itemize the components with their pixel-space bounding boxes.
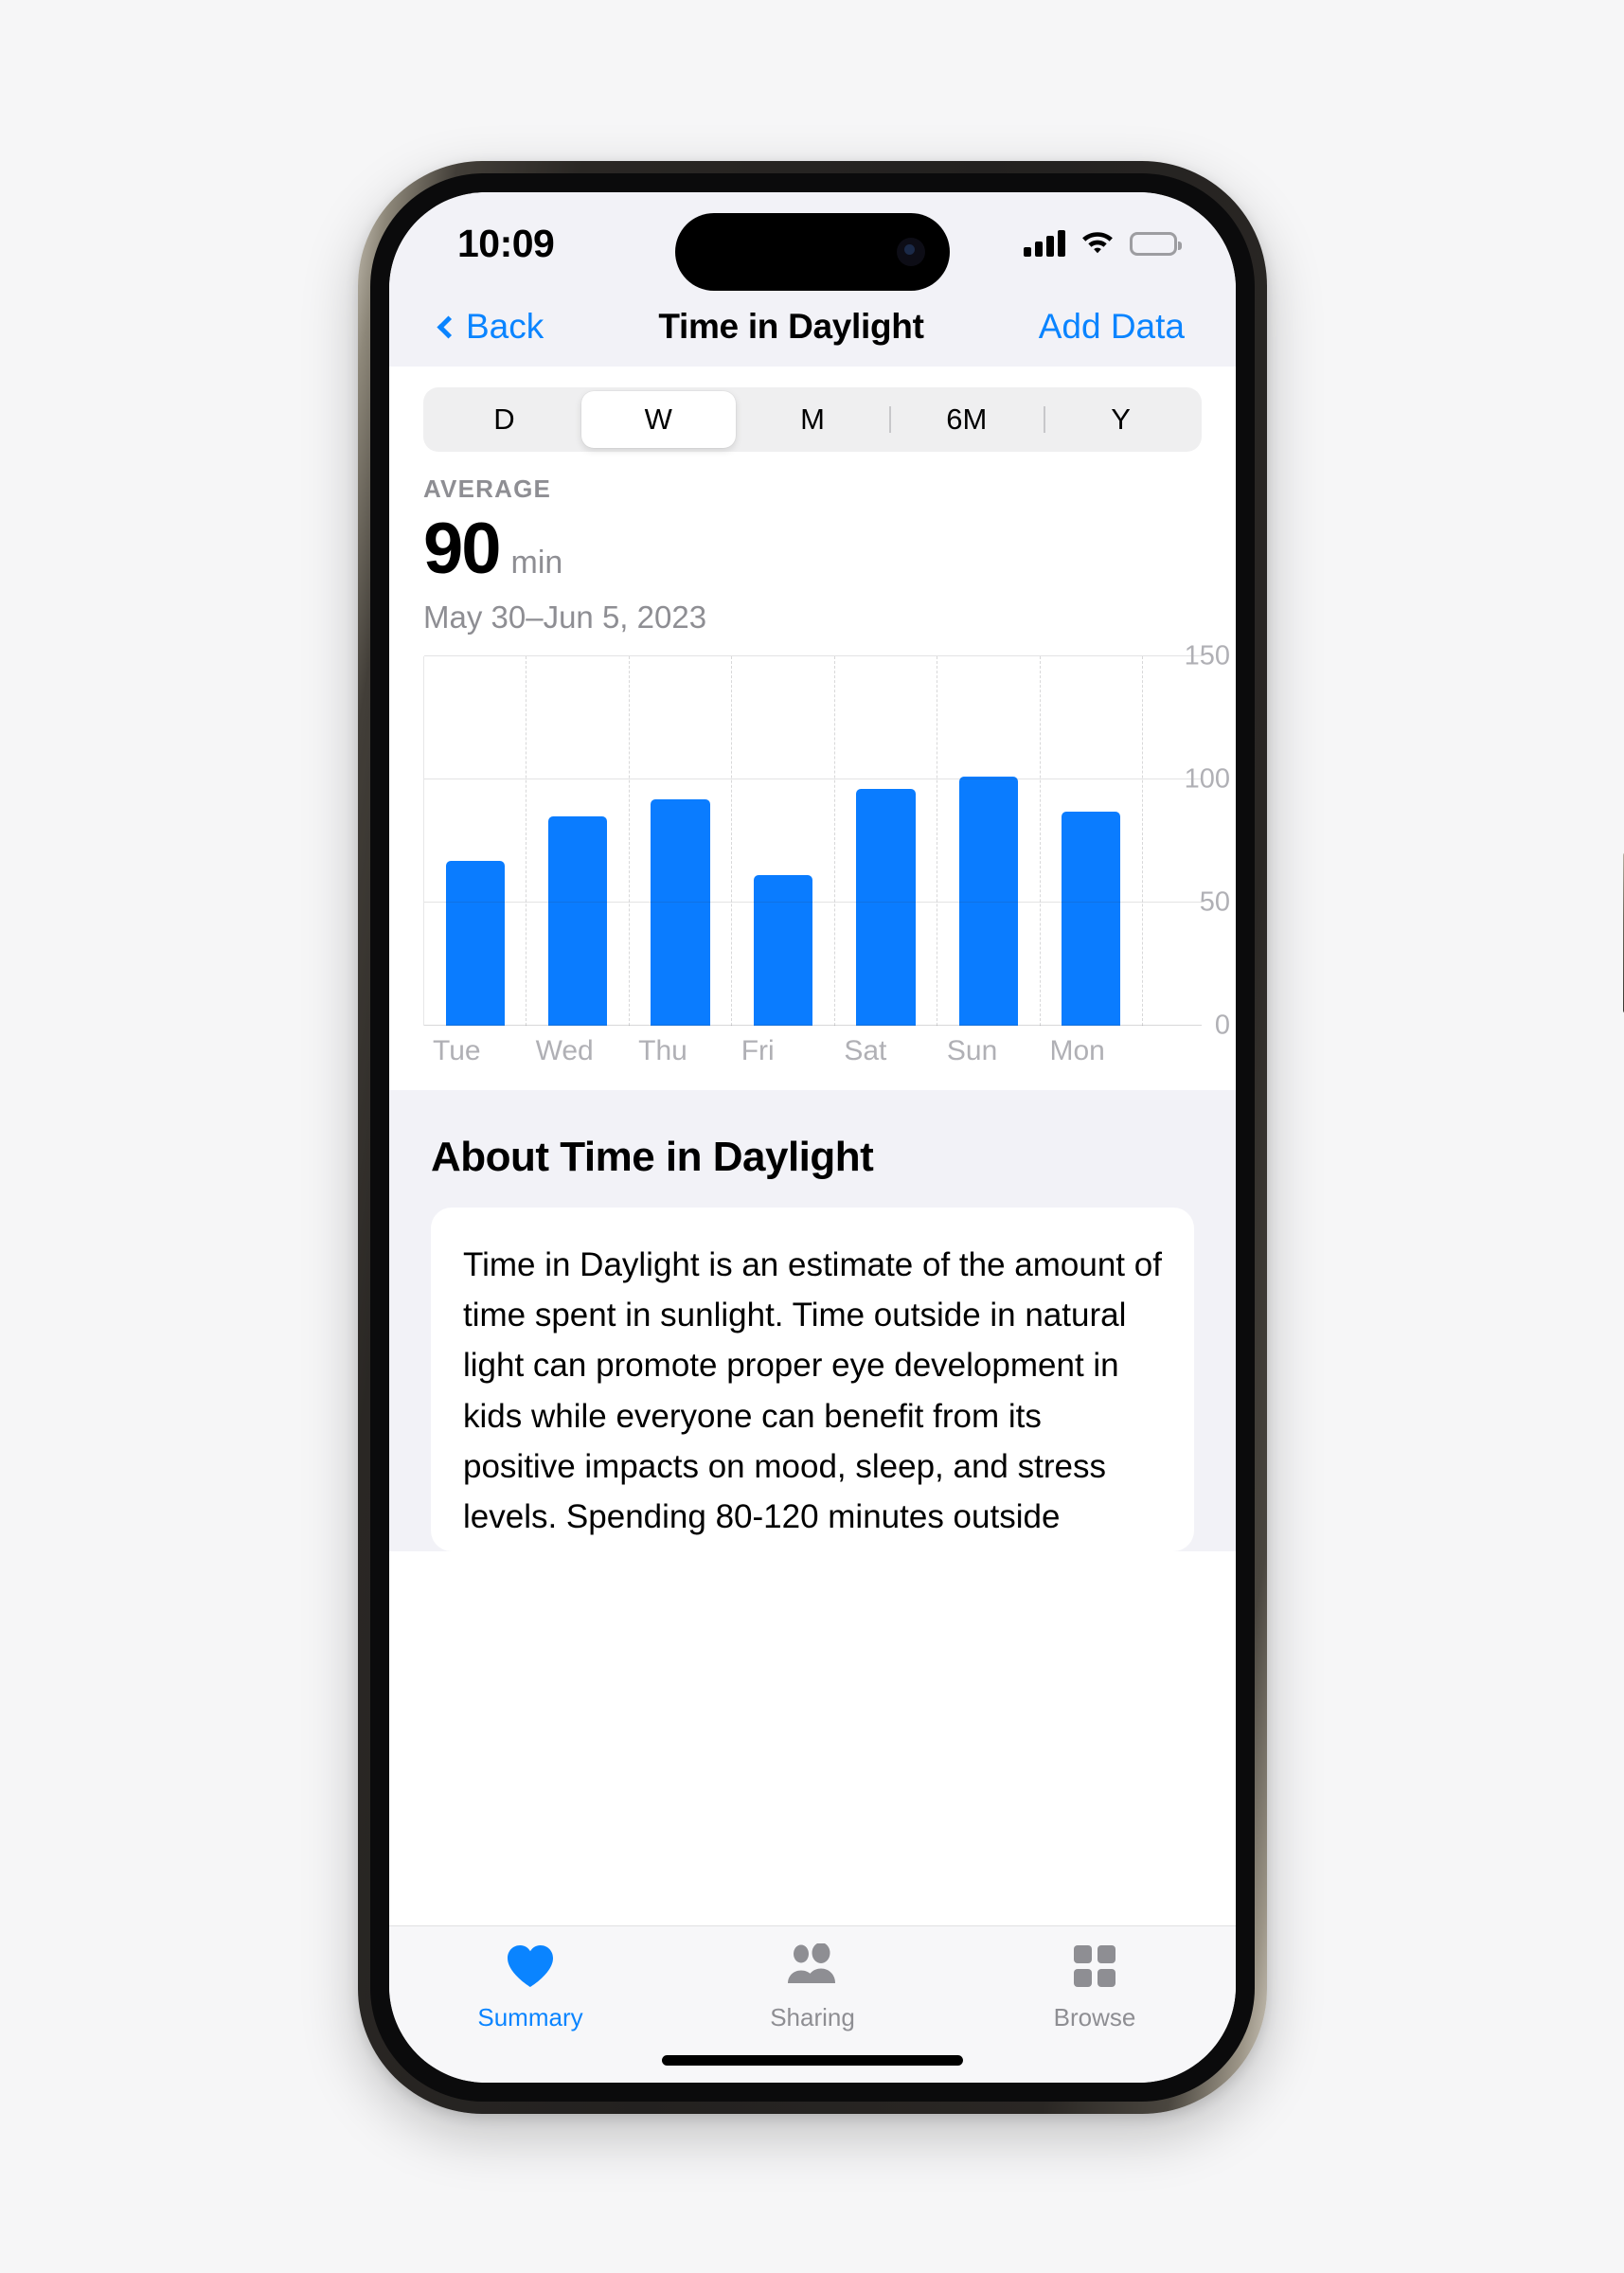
main-content: D W M 6M Y AVERAGE 90 min May 30–Jun 5, [389,367,1236,1552]
chart-gridline [424,654,1202,656]
tab-bar: Summary Sharing Browse [389,1925,1236,2083]
chart-column[interactable] [937,656,1041,1026]
status-bar: 10:09 [389,200,1236,291]
chart-x-tick-label: Sun [946,1035,998,1066]
status-bar-time: 10:09 [457,221,555,265]
segment-6m-label: 6M [946,403,988,436]
grid-icon [1072,1943,1117,1994]
date-range-label: May 30–Jun 5, 2023 [423,600,707,635]
average-unit: min [510,545,563,581]
chart-column[interactable] [526,656,630,1026]
about-title: About Time in Daylight [431,1134,874,1180]
segment-w[interactable]: W [580,391,736,448]
chart-x-tick-label: Thu [638,1035,687,1066]
segment-m[interactable]: M [736,391,890,448]
average-value: 90 [423,509,502,589]
segment-d-label: D [493,403,515,436]
about-body-text: Time in Daylight is an estimate of the a… [463,1246,1162,1535]
device-bezel: 10:09 Back Time in Daylight Add Data D W… [370,173,1255,2102]
home-indicator[interactable] [662,2055,963,2066]
chart-x-tick-label: Wed [535,1035,594,1066]
segment-y-label: Y [1111,403,1131,436]
chart-y-tick-label: 0 [1214,1010,1230,1041]
segment-y[interactable]: Y [1044,391,1198,448]
chevron-left-icon [437,314,460,339]
chart-column[interactable] [835,656,938,1026]
tab-summary[interactable]: Summary [389,1943,671,2032]
chart-bar[interactable] [651,798,710,1026]
segment-divider [889,406,891,433]
tab-browse-label: Browse [1053,2003,1136,2031]
chart-column[interactable] [1041,656,1143,1026]
segment-divider [1044,406,1045,433]
chart-bar[interactable] [445,860,505,1026]
chart-x-tick-label: Tue [433,1035,481,1066]
phone-screen: 10:09 Back Time in Daylight Add Data D W… [389,192,1236,2083]
chart-y-tick-label: 100 [1184,763,1230,795]
dynamic-island[interactable] [675,213,950,291]
segment-w-label: W [644,403,672,436]
chart-bar[interactable] [856,789,916,1026]
chart-bar[interactable] [753,875,813,1026]
wifi-icon [1080,228,1115,259]
back-button-label: Back [466,307,544,346]
chart-y-tick-label: 50 [1199,886,1230,918]
chart-plot-area: 0 50 100 150 [423,641,1230,1041]
cellular-bars-icon [1024,230,1065,257]
average-value-row: 90 min [423,508,1202,590]
tab-summary-label: Summary [477,2003,583,2031]
segment-6m[interactable]: 6M [889,391,1044,448]
page-title: Time in Daylight [658,307,924,346]
battery-full-icon [1130,231,1182,256]
back-button[interactable]: Back [437,307,544,347]
chart-column[interactable] [732,656,835,1026]
chart-x-tick-label: Fri [741,1035,775,1066]
chart-bar[interactable] [547,816,608,1026]
chart-x-axis-labels: Tue Wed Thu Fri Sat Sun Mon [423,1035,1143,1067]
time-range-segmented-control[interactable]: D W M 6M Y [423,387,1202,452]
chart-gridline [424,1024,1202,1026]
chart-gridline [424,778,1202,780]
about-section: About Time in Daylight Time in Daylight … [389,1090,1236,1552]
daylight-bar-chart[interactable]: 0 50 100 150 Tue Wed Thu Fri Sat Sun Mon [389,641,1236,1073]
about-card: Time in Daylight is an estimate of the a… [431,1208,1194,1552]
chart-x-tick-label: Mon [1049,1035,1105,1066]
tab-sharing-label: Sharing [770,2003,855,2031]
iphone-device-frame: 10:09 Back Time in Daylight Add Data D W… [358,161,1624,2114]
average-label: AVERAGE [423,474,552,503]
front-camera-icon [897,238,925,266]
top-chrome: 10:09 Back Time in Daylight Add Data [389,192,1236,367]
segment-m-label: M [800,403,825,436]
chart-column[interactable] [424,656,527,1026]
chart-columns [424,656,1143,1026]
segment-d[interactable]: D [427,391,581,448]
heart-icon [506,1943,555,1994]
add-data-button[interactable]: Add Data [1039,307,1185,347]
chart-x-tick-label: Sat [844,1035,887,1066]
status-bar-indicators [1024,228,1182,259]
chart-bar[interactable] [1062,811,1121,1026]
people-icon [786,1942,839,1994]
navigation-bar: Back Time in Daylight Add Data [389,287,1236,367]
average-summary: AVERAGE 90 min May 30–Jun 5, 2023 [389,452,1236,635]
chart-column[interactable] [630,656,733,1026]
tab-browse[interactable]: Browse [954,1943,1236,2032]
chart-gridline [424,901,1202,904]
tab-sharing[interactable]: Sharing [671,1942,954,2032]
chart-y-tick-label: 150 [1184,640,1230,671]
screenshot-stage: 10:09 Back Time in Daylight Add Data D W… [0,0,1624,2273]
